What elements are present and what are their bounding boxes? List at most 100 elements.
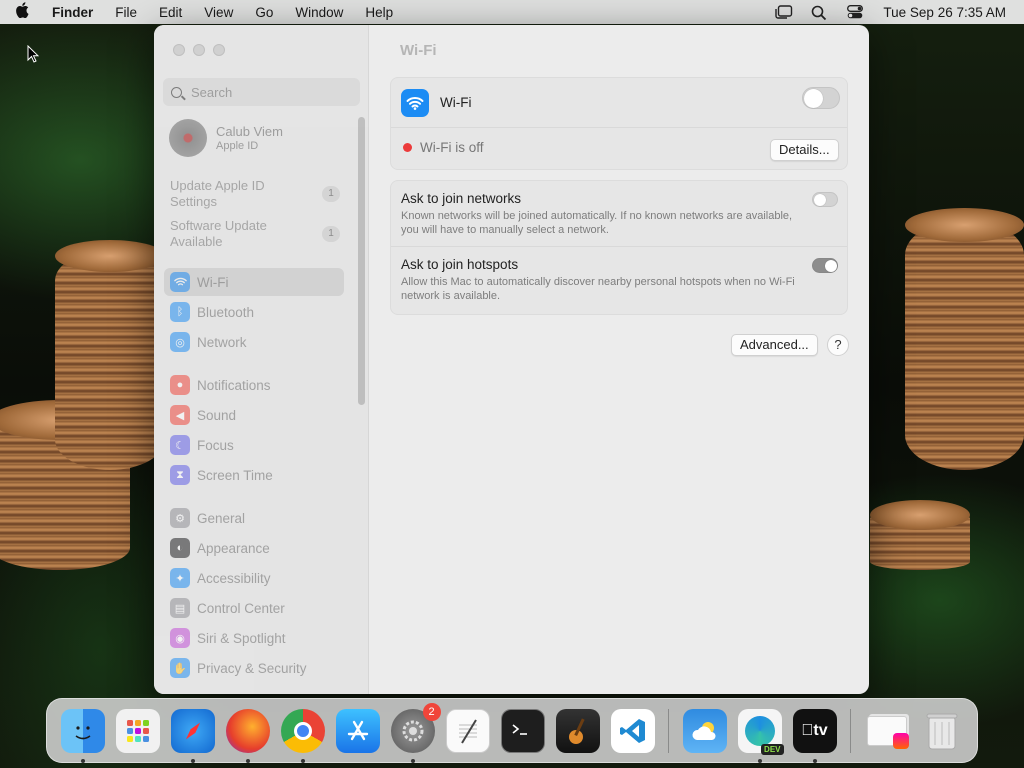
safari-icon[interactable] bbox=[170, 708, 215, 763]
tv-label: tv bbox=[807, 721, 827, 739]
hand-icon: ✋ bbox=[170, 658, 190, 678]
sidebar-item-label: Accessibility bbox=[197, 570, 271, 586]
sidebar-item-notifications[interactable]: ● Notifications bbox=[164, 371, 344, 399]
menu-app-name[interactable]: Finder bbox=[44, 5, 104, 20]
vscode-icon[interactable] bbox=[610, 708, 655, 753]
sidebar-item-label: Wi-Fi bbox=[197, 274, 229, 290]
running-indicator bbox=[757, 758, 762, 763]
sidebar-item-label: Control Center bbox=[197, 600, 285, 616]
sidebar-item-appearance[interactable]: ◐ Appearance bbox=[164, 534, 344, 562]
running-indicator bbox=[812, 758, 817, 763]
gear-icon: ⚙ bbox=[170, 508, 190, 528]
notice-badge: 1 bbox=[322, 226, 340, 242]
chrome-icon[interactable] bbox=[280, 708, 325, 763]
sidebar-item-label: General bbox=[197, 510, 246, 526]
garageband-icon[interactable] bbox=[555, 708, 600, 753]
notification-badge: 2 bbox=[422, 702, 441, 721]
menu-help[interactable]: Help bbox=[354, 5, 404, 20]
search-placeholder: Search bbox=[191, 84, 233, 100]
sidebar-item-wifi[interactable]: Wi-Fi bbox=[164, 268, 344, 296]
menu-clock[interactable]: Tue Sep 26 7:35 AM bbox=[883, 5, 1006, 20]
sidebar-item-sound[interactable]: ◀ Sound bbox=[164, 401, 344, 429]
menu-window[interactable]: Window bbox=[284, 5, 354, 20]
bluetooth-icon: ᛒ bbox=[170, 302, 190, 322]
close-window-button[interactable] bbox=[173, 44, 185, 56]
menu-file[interactable]: File bbox=[104, 5, 148, 20]
software-update-notice[interactable]: Software Update Available 1 bbox=[170, 218, 340, 250]
sidebar-item-screen-time[interactable]: ⧗ Screen Time bbox=[164, 461, 344, 489]
dev-label: DEV bbox=[761, 743, 784, 755]
zoom-window-button[interactable] bbox=[213, 44, 225, 56]
sidebar-item-label: Sound bbox=[197, 407, 237, 423]
details-button[interactable]: Details... bbox=[770, 139, 839, 161]
trash-icon[interactable] bbox=[920, 709, 964, 753]
window-controls bbox=[173, 44, 225, 56]
hourglass-icon: ⧗ bbox=[170, 465, 190, 485]
ask-join-hotspots-toggle[interactable] bbox=[812, 258, 838, 273]
update-apple-id-notice[interactable]: Update Apple ID Settings 1 bbox=[170, 178, 340, 210]
speaker-icon: ◀ bbox=[170, 405, 190, 425]
sidebar-item-label: Network bbox=[197, 334, 247, 350]
wifi-icon bbox=[401, 88, 429, 117]
wifi-pane: Wi-Fi Wi-Fi Wi-Fi is off Details... Ask … bbox=[369, 25, 869, 694]
notice-label: Update Apple ID Settings bbox=[170, 178, 265, 209]
notice-label: Software Update Available bbox=[170, 218, 267, 249]
sidebar: Search Calub Viem Apple ID Update Apple … bbox=[154, 25, 369, 694]
apple-id-profile[interactable]: Calub Viem Apple ID bbox=[169, 119, 283, 157]
dock-separator bbox=[850, 708, 851, 753]
sidebar-item-label: Focus bbox=[197, 437, 234, 453]
avatar bbox=[169, 119, 207, 157]
dock-separator bbox=[668, 708, 669, 753]
help-button[interactable]: ? bbox=[827, 334, 849, 356]
sidebar-scrollbar[interactable] bbox=[358, 117, 365, 405]
system-settings-icon[interactable]: 2 bbox=[390, 702, 441, 763]
system-settings-window: Search Calub Viem Apple ID Update Apple … bbox=[154, 25, 869, 694]
minimize-window-button[interactable] bbox=[193, 44, 205, 56]
accessibility-icon: ✦ bbox=[170, 568, 190, 588]
control-center-icon[interactable] bbox=[847, 5, 865, 19]
menu-go[interactable]: Go bbox=[244, 5, 284, 20]
ask-join-networks-toggle[interactable] bbox=[812, 192, 838, 207]
sidebar-item-control-center[interactable]: ▤ Control Center bbox=[164, 594, 344, 622]
finder-icon[interactable] bbox=[60, 708, 105, 763]
mouse-pointer-icon bbox=[27, 44, 40, 68]
apple-menu-icon[interactable] bbox=[0, 2, 44, 22]
wifi-status: Wi-Fi is off bbox=[420, 139, 484, 155]
ask-join-networks-row: Ask to join networks Known networks will… bbox=[391, 181, 847, 247]
sidebar-item-bluetooth[interactable]: ᛒ Bluetooth bbox=[164, 298, 344, 326]
menu-view[interactable]: View bbox=[193, 5, 244, 20]
spotlight-search-icon[interactable] bbox=[811, 5, 829, 21]
running-indicator bbox=[300, 758, 305, 763]
edge-dev-icon[interactable]: DEV bbox=[737, 708, 784, 763]
sidebar-item-focus[interactable]: ☾ Focus bbox=[164, 431, 344, 459]
sidebar-item-label: Bluetooth bbox=[197, 304, 255, 320]
wifi-status-row: Wi-Fi is off Details... bbox=[391, 128, 847, 166]
apple-tv-icon[interactable]: tv bbox=[792, 708, 837, 763]
sidebar-item-general[interactable]: ⚙ General bbox=[164, 504, 344, 532]
advanced-button[interactable]: Advanced... bbox=[731, 334, 818, 356]
terminal-icon[interactable] bbox=[500, 708, 545, 753]
sidebar-item-siri-spotlight[interactable]: ◉ Siri & Spotlight bbox=[164, 624, 344, 652]
sidebar-item-label: Notifications bbox=[197, 377, 271, 393]
textedit-icon[interactable] bbox=[445, 708, 490, 753]
weather-icon[interactable] bbox=[682, 708, 727, 753]
menu-edit[interactable]: Edit bbox=[148, 5, 193, 20]
firefox-icon[interactable] bbox=[225, 708, 270, 763]
join-options-card: Ask to join networks Known networks will… bbox=[390, 180, 848, 315]
option-description: Allow this Mac to automatically discover… bbox=[401, 276, 795, 302]
running-indicator bbox=[80, 758, 85, 763]
app-store-icon[interactable] bbox=[335, 708, 380, 753]
running-indicator bbox=[190, 758, 195, 763]
search-icon bbox=[171, 86, 182, 98]
wifi-toggle[interactable] bbox=[802, 87, 840, 109]
downloads-stack-icon[interactable] bbox=[865, 709, 909, 753]
control-center-icon: ▤ bbox=[170, 598, 190, 618]
sidebar-item-accessibility[interactable]: ✦ Accessibility bbox=[164, 564, 344, 592]
stage-manager-icon[interactable] bbox=[775, 5, 793, 19]
wifi-icon bbox=[170, 272, 190, 292]
search-input[interactable]: Search bbox=[163, 78, 360, 106]
globe-icon: ◎ bbox=[170, 332, 190, 352]
sidebar-item-network[interactable]: ◎ Network bbox=[164, 328, 344, 356]
launchpad-icon[interactable] bbox=[115, 708, 160, 753]
sidebar-item-privacy-security[interactable]: ✋ Privacy & Security bbox=[164, 654, 344, 682]
